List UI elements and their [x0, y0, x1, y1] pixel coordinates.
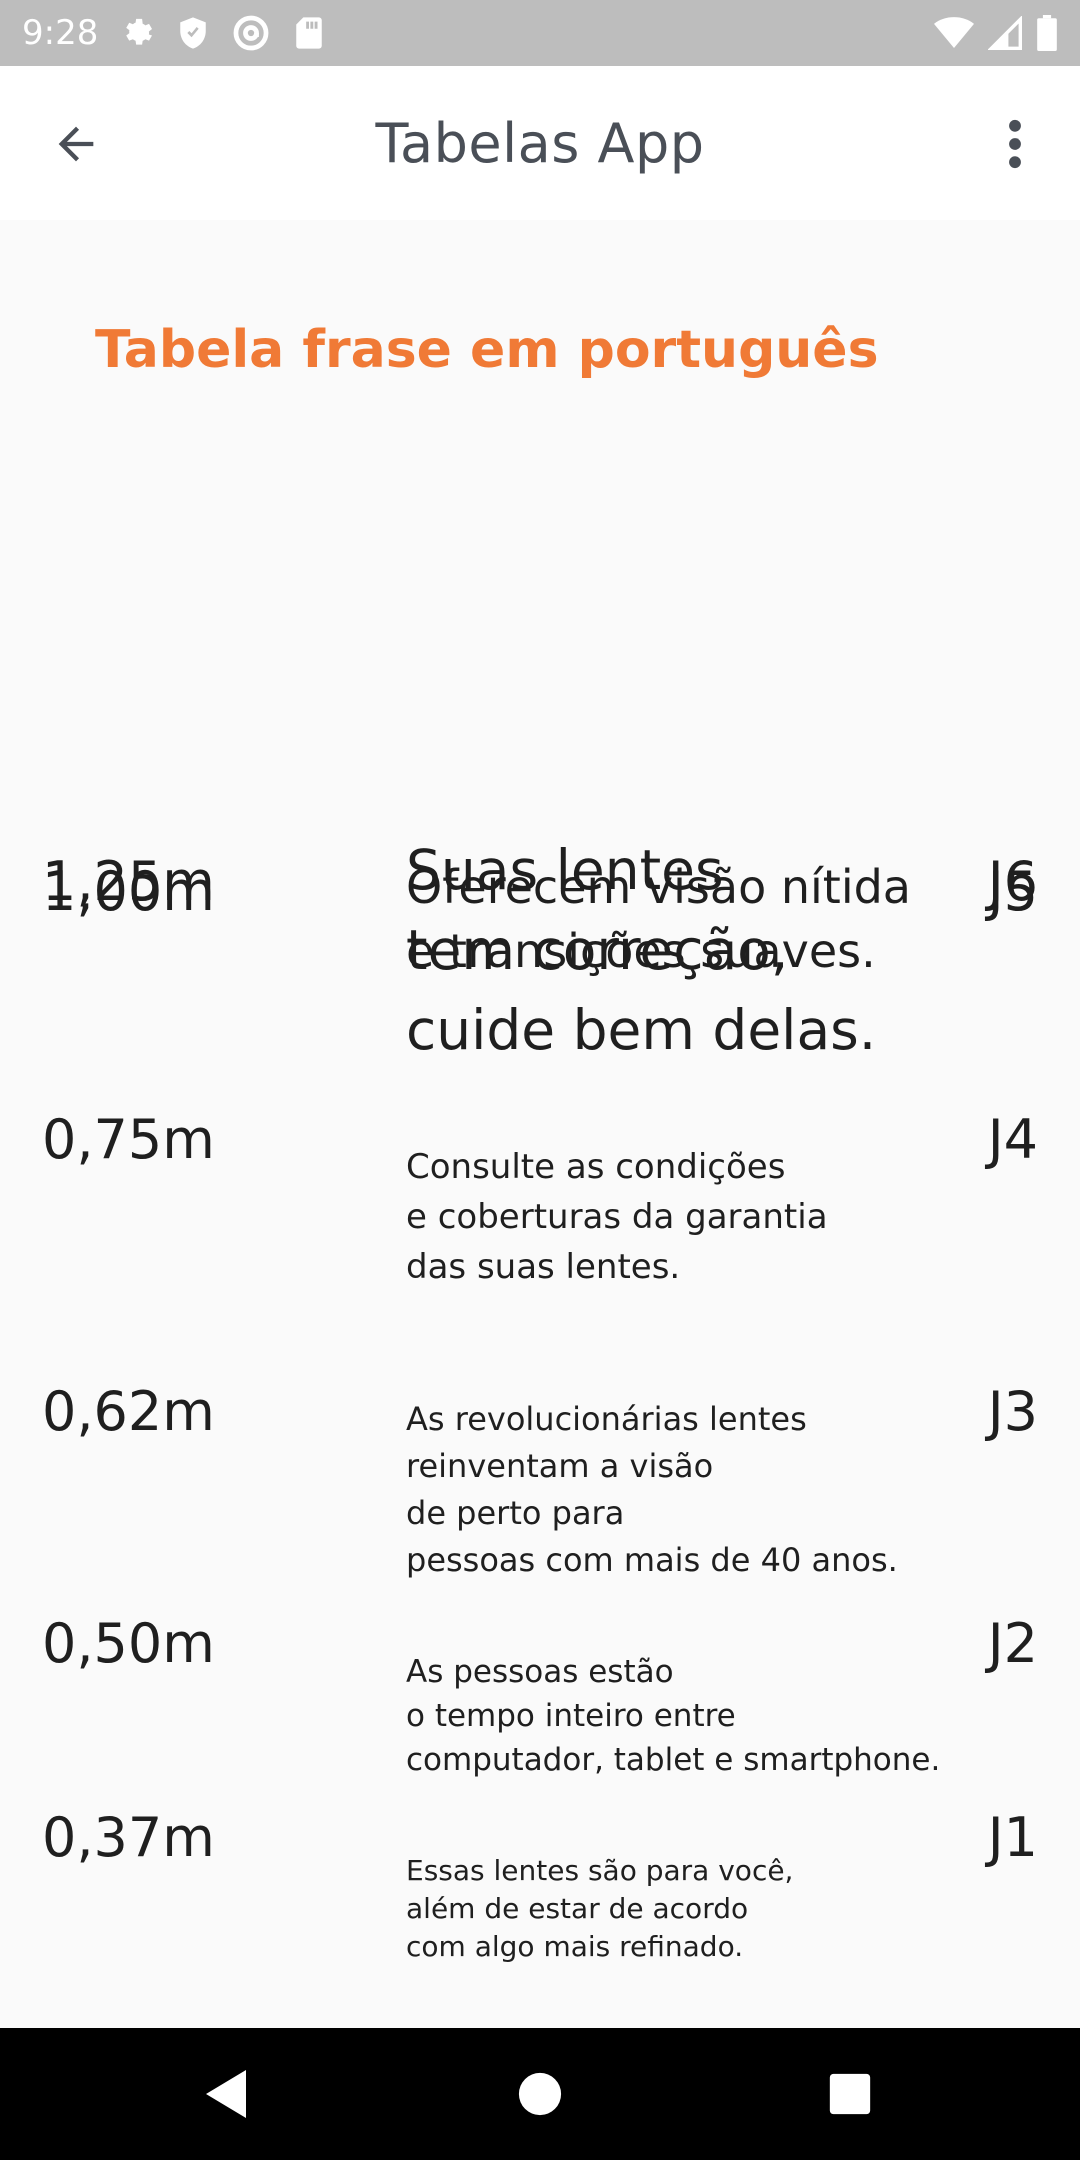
distance-label: 0,75m — [42, 1108, 215, 1171]
distance-label: 1,00m — [42, 860, 215, 923]
back-triangle-icon — [206, 2070, 246, 2118]
wifi-icon — [934, 16, 974, 50]
phrase-text: Consulte as condições e coberturas da ga… — [406, 1147, 828, 1287]
phrase-text: As pessoas estão o tempo inteiro entre c… — [406, 1654, 941, 1778]
more-options-button[interactable] — [990, 108, 1040, 180]
acuity-code: J2 — [987, 1612, 1038, 1675]
home-circle-icon — [518, 2072, 562, 2116]
cell-signal-icon — [988, 16, 1022, 50]
distance-label: 0,62m — [42, 1380, 215, 1443]
status-icons-right — [934, 15, 1058, 51]
system-nav-bar — [0, 2028, 1080, 2160]
content-area[interactable]: Tabela frase em português 1,25m Suas len… — [0, 220, 1080, 2028]
phrase-text: Oferecem visão nítida e transições suave… — [406, 860, 911, 978]
recents-square-icon — [829, 2073, 871, 2115]
nav-recents-button[interactable] — [810, 2054, 890, 2134]
at-sync-icon — [232, 14, 270, 52]
status-icons-left — [120, 14, 324, 52]
phrase-text: As revolucionárias lentes reinventam a v… — [406, 1400, 898, 1579]
gear-icon — [120, 16, 154, 50]
acuity-code: J3 — [987, 1380, 1038, 1443]
status-time: 9:28 — [22, 13, 99, 53]
more-vert-icon — [1009, 119, 1021, 169]
distance-label: 0,37m — [42, 1806, 215, 1869]
acuity-code: J1 — [987, 1806, 1038, 1869]
app-title: Tabelas App — [375, 111, 705, 175]
status-bar: 9:28 — [0, 0, 1080, 66]
app-bar: Tabelas App — [0, 66, 1080, 220]
nav-back-button[interactable] — [186, 2054, 266, 2134]
battery-icon — [1036, 15, 1058, 51]
table-row: 1,25m Suas lentes tem correção, cuide be… — [0, 520, 1080, 1062]
section-title: Tabela frase em português — [95, 320, 879, 380]
shield-icon — [178, 16, 208, 50]
acuity-code: J4 — [987, 1108, 1038, 1171]
phrase-text: Essas lentes são para você, além de esta… — [406, 1854, 794, 1963]
distance-label: 0,50m — [42, 1612, 215, 1675]
sd-card-icon — [294, 16, 324, 50]
acuity-code: J5 — [987, 860, 1038, 923]
nav-home-button[interactable] — [500, 2054, 580, 2134]
